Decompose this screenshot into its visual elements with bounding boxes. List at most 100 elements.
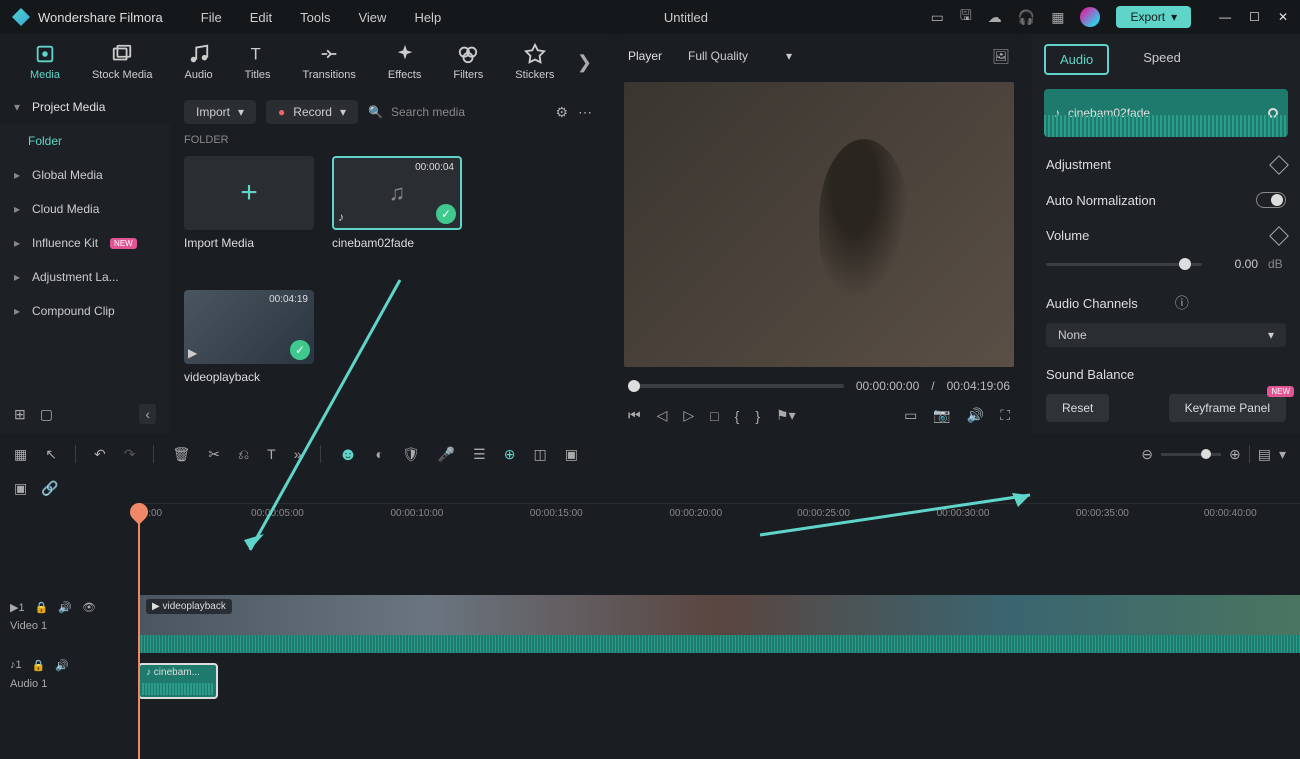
- track-toggle-icon[interactable]: ▣: [14, 480, 27, 497]
- split-icon[interactable]: ⎌: [238, 446, 249, 463]
- video-clip[interactable]: ▶ videoplayback: [138, 595, 1300, 653]
- auto-norm-toggle[interactable]: [1256, 192, 1286, 208]
- delete-icon[interactable]: 🗑: [172, 446, 190, 463]
- new-folder-icon[interactable]: ⊞: [14, 406, 26, 423]
- channels-dropdown[interactable]: None▾: [1046, 323, 1286, 347]
- snapshot-icon[interactable]: 🖼: [992, 48, 1010, 65]
- mark-in-icon[interactable]: {: [735, 408, 740, 424]
- audio-clip[interactable]: ♪ cinebam...: [138, 663, 218, 699]
- folder-view-icon[interactable]: ▢: [40, 406, 53, 423]
- info-icon[interactable]: ⓘ: [1175, 293, 1189, 313]
- step-back-icon[interactable]: ◁: [657, 407, 668, 424]
- import-media-tile[interactable]: + Import Media: [184, 156, 314, 250]
- import-dropdown[interactable]: Import▾: [184, 100, 256, 124]
- collapse-sidebar-icon[interactable]: ‹: [139, 404, 156, 424]
- display-icon[interactable]: ▭: [904, 407, 917, 424]
- audio-chip[interactable]: ♪ cinebam02fade: [1044, 89, 1288, 137]
- text-icon[interactable]: T: [267, 446, 276, 462]
- close-icon[interactable]: ✕: [1278, 10, 1288, 24]
- tab-transitions[interactable]: Transitions: [287, 43, 372, 81]
- cut-icon[interactable]: ✂: [208, 446, 220, 463]
- preview-scrubber[interactable]: [628, 384, 844, 388]
- camera-icon[interactable]: 📷: [933, 407, 950, 424]
- layout-icon[interactable]: ▦: [14, 446, 27, 463]
- rp-tab-audio[interactable]: Audio: [1044, 44, 1109, 75]
- keyframe-diamond-icon[interactable]: [1269, 226, 1289, 246]
- fullscreen-icon[interactable]: ⛶: [1000, 407, 1010, 424]
- more-icon[interactable]: ⋯: [578, 104, 592, 121]
- marker-dropdown-icon[interactable]: ⚑▾: [776, 407, 796, 424]
- sidebar-folder[interactable]: Folder: [0, 124, 170, 158]
- volume-slider[interactable]: [1046, 263, 1202, 266]
- view-options-icon[interactable]: ▤: [1258, 446, 1271, 463]
- menu-view[interactable]: View: [358, 10, 386, 25]
- shield-icon[interactable]: 🛡: [402, 446, 420, 463]
- list-icon[interactable]: ☰: [473, 446, 486, 463]
- sidebar-project-media[interactable]: ▾Project Media: [0, 90, 170, 124]
- tabs-more-icon[interactable]: ❯: [577, 52, 592, 73]
- monitor-icon[interactable]: ▭: [931, 9, 944, 26]
- export-button[interactable]: Export▾: [1116, 6, 1191, 28]
- frame-icon[interactable]: ▣: [565, 446, 578, 463]
- quality-dropdown[interactable]: Full Quality▾: [676, 44, 804, 68]
- minimize-icon[interactable]: —: [1219, 10, 1231, 24]
- zoom-slider[interactable]: [1161, 453, 1221, 456]
- redo-icon[interactable]: ↷: [124, 446, 136, 463]
- cloud-icon[interactable]: ☁: [988, 9, 1002, 26]
- magnet-icon[interactable]: ⊕: [504, 446, 516, 463]
- video-track-header[interactable]: ▶1🔒🔊👁 Video 1: [0, 595, 138, 653]
- cursor-icon[interactable]: ↖: [45, 446, 57, 463]
- audio-track-header[interactable]: ♪1🔒🔊 Audio 1: [0, 653, 138, 699]
- tab-stock-media[interactable]: Stock Media: [76, 43, 169, 81]
- timeline-ruler[interactable]: 00:00 00:00:05:00 00:00:10:00 00:00:15:0…: [138, 503, 1300, 535]
- keyframe-diamond-icon[interactable]: [1269, 155, 1289, 175]
- menu-file[interactable]: File: [201, 10, 222, 25]
- stop-icon[interactable]: □: [710, 408, 718, 424]
- apps-icon[interactable]: ▦: [1051, 9, 1064, 26]
- menu-help[interactable]: Help: [414, 10, 441, 25]
- tab-titles[interactable]: TTitles: [229, 43, 287, 81]
- play-icon[interactable]: ▷: [683, 407, 694, 424]
- avatar[interactable]: [1080, 7, 1100, 27]
- sidebar-influence-kit[interactable]: ▸Influence KitNEW: [0, 226, 170, 260]
- zoom-in-icon[interactable]: ⊕: [1229, 446, 1241, 463]
- mark-out-icon[interactable]: }: [755, 408, 760, 424]
- ai-icon[interactable]: ☻: [339, 444, 358, 465]
- color-icon[interactable]: ◐: [375, 446, 383, 462]
- filter-icon[interactable]: ⚙: [555, 104, 568, 121]
- tab-effects[interactable]: Effects: [372, 43, 437, 81]
- search-input[interactable]: 🔍Search media: [368, 105, 545, 119]
- view-dropdown-icon[interactable]: ▾: [1279, 446, 1286, 463]
- tab-filters[interactable]: Filters: [437, 43, 499, 81]
- tab-stickers[interactable]: Stickers: [499, 43, 570, 81]
- save-icon[interactable]: 🖫: [960, 5, 972, 29]
- record-dropdown[interactable]: ●Record▾: [266, 100, 358, 124]
- preview-viewport[interactable]: [624, 82, 1014, 367]
- sidebar-compound-clip[interactable]: ▸Compound Clip: [0, 294, 170, 328]
- more-tools-icon[interactable]: »: [294, 446, 302, 462]
- sidebar-cloud-media[interactable]: ▸Cloud Media: [0, 192, 170, 226]
- media-thumb-video[interactable]: 00:04:19 ▶ ✓ videoplayback: [184, 290, 314, 384]
- zoom-out-icon[interactable]: ⊖: [1141, 446, 1153, 463]
- volume-icon[interactable]: 🔊: [967, 407, 984, 424]
- media-thumb-audio[interactable]: 00:00:04 ♫ ♪ ✓ cinebam02fade: [332, 156, 462, 250]
- tab-audio[interactable]: Audio: [169, 43, 229, 81]
- headphones-icon[interactable]: 🎧: [1018, 9, 1035, 26]
- mic-icon[interactable]: 🎤: [438, 446, 455, 463]
- link-icon[interactable]: 🔗: [41, 480, 58, 497]
- sidebar-adjustment-layer[interactable]: ▸Adjustment La...: [0, 260, 170, 294]
- prev-frame-icon[interactable]: ⏮: [628, 407, 641, 424]
- reset-button[interactable]: Reset: [1046, 394, 1109, 422]
- sidebar-global-media[interactable]: ▸Global Media: [0, 158, 170, 192]
- tab-media[interactable]: Media: [14, 43, 76, 81]
- crop-icon[interactable]: ◫: [533, 446, 546, 463]
- undo-icon[interactable]: ↶: [94, 446, 106, 463]
- keyframe-panel-button[interactable]: Keyframe PanelNEW: [1169, 394, 1286, 422]
- menu-tools[interactable]: Tools: [300, 10, 330, 25]
- maximize-icon[interactable]: ☐: [1249, 10, 1260, 24]
- menu-edit[interactable]: Edit: [250, 10, 272, 25]
- audio-track[interactable]: ♪ cinebam...: [138, 663, 218, 699]
- video-track[interactable]: ▶ videoplayback: [138, 595, 1300, 653]
- rp-tab-speed[interactable]: Speed: [1129, 44, 1195, 75]
- playhead[interactable]: [138, 503, 140, 759]
